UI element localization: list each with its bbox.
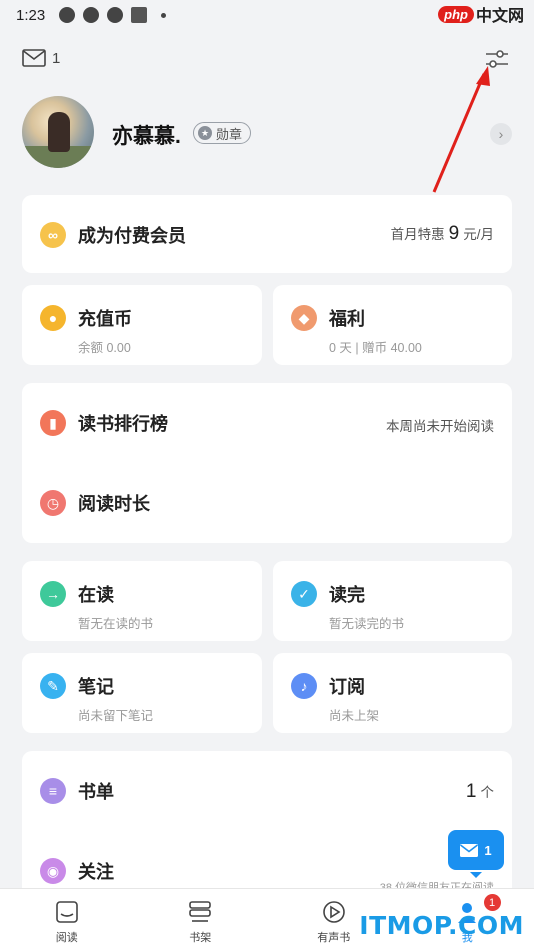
- booklist-title: 书单: [78, 782, 114, 802]
- feather-icon: ✎: [40, 673, 66, 699]
- vip-promo-unit: 元/月: [463, 227, 494, 242]
- inbox-count: 1: [52, 49, 61, 67]
- bookshelf-icon: [189, 901, 212, 922]
- star-icon: ★: [198, 126, 212, 140]
- app-notification-icon: [59, 7, 76, 23]
- vip-card[interactable]: ∞ 成为付费会员 首月特惠 9 元/月: [22, 195, 512, 273]
- vip-promo-price: 9: [448, 223, 460, 244]
- reading-now-title: 在读: [78, 585, 114, 605]
- floating-message-count: 1: [484, 842, 492, 858]
- booklist-unit: 个: [480, 785, 495, 800]
- avatar[interactable]: [22, 96, 94, 168]
- app-notification-icon: [83, 7, 100, 23]
- ranking-title: 读书排行榜: [78, 414, 168, 434]
- ranking-row[interactable]: ▮ 读书排行榜 本周尚未开始阅读: [22, 383, 512, 463]
- finished-card[interactable]: ✓ 读完 暂无读完的书: [273, 561, 512, 641]
- benefits-title: 福利: [329, 309, 365, 329]
- nav-tab-shelf[interactable]: 书架: [134, 889, 268, 950]
- notes-title: 笔记: [78, 677, 114, 697]
- follow-title: 关注: [78, 862, 114, 882]
- medal-badge[interactable]: ★ 勋章: [193, 122, 252, 144]
- list-icon: ≡: [40, 778, 66, 804]
- more-notifications-icon: [161, 12, 167, 18]
- nav-me-badge: 1: [483, 894, 501, 911]
- vip-title: 成为付费会员: [78, 226, 186, 246]
- benefits-sub: 0 天 | 赠币 40.00: [329, 341, 422, 355]
- inbox-button[interactable]: 1: [22, 49, 60, 67]
- recharge-coins-card[interactable]: ● 充值币 余额 0.00: [22, 285, 262, 365]
- checkmark-icon: ✓: [291, 581, 317, 607]
- reading-time-title: 阅读时长: [78, 494, 150, 514]
- medal-label: 勋章: [216, 126, 243, 142]
- vip-promo-prefix: 首月特惠: [390, 227, 445, 242]
- chevron-right-icon[interactable]: ›: [490, 123, 512, 145]
- arrow-right-icon: →: [40, 581, 66, 607]
- reading-time-row[interactable]: ◷ 阅读时长: [22, 463, 512, 543]
- finished-sub: 暂无读完的书: [329, 617, 405, 631]
- subscribe-title: 订阅: [329, 677, 365, 697]
- notes-card[interactable]: ✎ 笔记 尚未留下笔记: [22, 653, 262, 733]
- notes-sub: 尚未留下笔记: [78, 709, 154, 723]
- app-notification-icon: [107, 7, 124, 23]
- nav-label-read: 阅读: [55, 932, 78, 944]
- nav-label-audiobook: 有声书: [317, 932, 351, 944]
- book-icon: [55, 901, 78, 923]
- nav-label-shelf: 书架: [189, 932, 212, 944]
- image-notification-icon: [131, 7, 148, 23]
- username: 亦慕慕.: [112, 125, 181, 148]
- booklist-row[interactable]: ≡ 书单 1 个: [22, 751, 512, 831]
- finished-title: 读完: [329, 585, 365, 605]
- coin-icon: ●: [40, 305, 66, 331]
- php-watermark: php 中文网: [438, 2, 524, 26]
- coins-balance: 余额 0.00: [78, 341, 131, 355]
- reading-stats-card: ▮ 读书排行榜 本周尚未开始阅读 ◷ 阅读时长: [22, 383, 512, 543]
- subscribe-card[interactable]: ♪ 订阅 尚未上架: [273, 653, 512, 733]
- infinity-icon: ∞: [40, 222, 66, 248]
- bell-icon: ♪: [291, 673, 317, 699]
- mail-icon: [22, 49, 46, 67]
- play-icon: [322, 901, 345, 923]
- floating-message-button[interactable]: 1: [448, 830, 504, 878]
- reading-now-card[interactable]: → 在读 暂无在读的书: [22, 561, 262, 641]
- itmop-watermark: ITMOP.COM: [359, 911, 524, 940]
- status-time: 1:23: [16, 6, 46, 24]
- diamond-icon: ◆: [291, 305, 317, 331]
- ranking-status: 本周尚未开始阅读: [386, 419, 494, 434]
- subscribe-sub: 尚未上架: [329, 709, 380, 723]
- profile-section[interactable]: 亦慕慕. ★ 勋章 ›: [0, 86, 534, 196]
- benefits-card[interactable]: ◆ 福利 0 天 | 赠币 40.00: [273, 285, 512, 365]
- booklist-count: 1: [465, 781, 477, 802]
- bar-chart-icon: ▮: [40, 410, 66, 436]
- nav-tab-read[interactable]: 阅读: [0, 889, 134, 950]
- eye-icon: ◉: [40, 858, 66, 884]
- reading-now-sub: 暂无在读的书: [78, 617, 154, 631]
- clock-icon: ◷: [40, 490, 66, 516]
- mail-icon: [460, 843, 479, 857]
- coins-title: 充值币: [78, 309, 132, 329]
- social-card: ≡ 书单 1 个 ◉ 关注 0 人 38 位微信朋友正在阅读: [22, 751, 512, 901]
